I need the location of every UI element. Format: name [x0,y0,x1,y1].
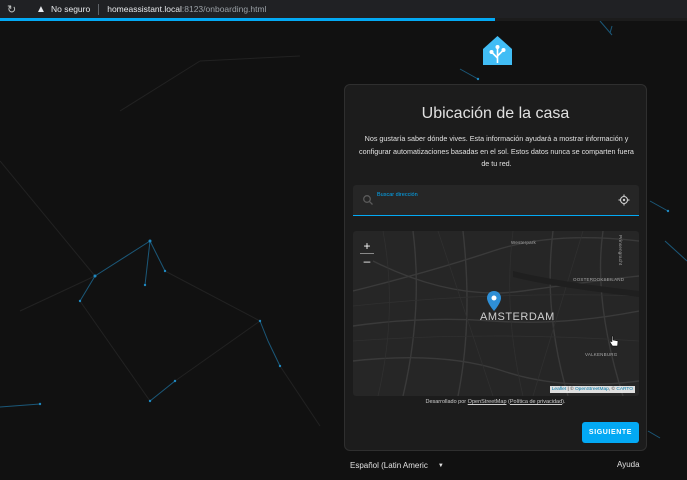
search-icon [363,195,373,205]
help-link[interactable]: Ayuda [617,460,640,469]
carto-link[interactable]: CARTO [616,387,633,392]
map-zoom-controls: + – [359,239,375,268]
location-card: Ubicación de la casa Nos gustaría saber … [344,84,647,451]
map-attribution: Leaflet | © OpenStreetMap, © CARTO [549,386,635,393]
search-label: Buscar dirección [377,192,418,198]
reload-icon[interactable]: ↻ [7,3,21,16]
osm-attribution-link[interactable]: OpenStreetMap [575,387,609,392]
home-assistant-logo [483,36,512,65]
warning-icon[interactable]: ▲ [35,4,47,15]
location-map[interactable]: + – Westerpark OOSTERDOKSEILAND VALKENBU… [353,231,639,396]
zoom-out-button[interactable]: – [359,254,375,268]
language-select[interactable]: Español (Latin Americ ▼ [350,461,444,470]
map-label: OOSTERDOKSEILAND [573,277,625,282]
url-path: :8123/onboarding.html [181,4,267,14]
zoom-in-button[interactable]: + [359,239,375,253]
leaflet-link[interactable]: Leaflet [552,387,566,392]
map-label: Prinsengracht [618,235,623,266]
language-value: Español (Latin Americ [350,461,428,470]
location-pin-icon[interactable] [487,291,501,311]
developed-by-prefix: Desarrollado por [425,399,467,405]
chevron-down-icon: ▼ [437,462,444,469]
browser-address-bar: ↻ ▲ No seguro homeassistant.local:8123/o… [0,0,687,18]
privacy-policy-link[interactable]: Política de privacidad [510,399,562,405]
url-host: homeassistant.local [107,4,182,14]
crosshair-icon[interactable] [618,194,630,206]
map-credit: Desarrollado por OpenStreetMap (Política… [425,399,566,405]
map-label: Westerpark [511,240,536,245]
location-description: Nos gustaría saber dónde vives. Esta inf… [359,134,634,168]
hand-cursor-icon [609,335,619,347]
address-divider [98,3,100,15]
openstreetmap-link[interactable]: OpenStreetMap [468,399,507,405]
next-button[interactable]: SIGUIENTE [582,422,639,443]
page-title: Ubicación de la casa [421,105,570,122]
map-label: VALKENBURG [585,352,618,357]
map-city-label: AMSTERDAM [480,311,555,323]
address-search-input[interactable]: Buscar dirección [353,185,639,216]
not-secure-label[interactable]: No seguro [51,4,90,14]
url-text[interactable]: homeassistant.local:8123/onboarding.html [107,4,266,14]
